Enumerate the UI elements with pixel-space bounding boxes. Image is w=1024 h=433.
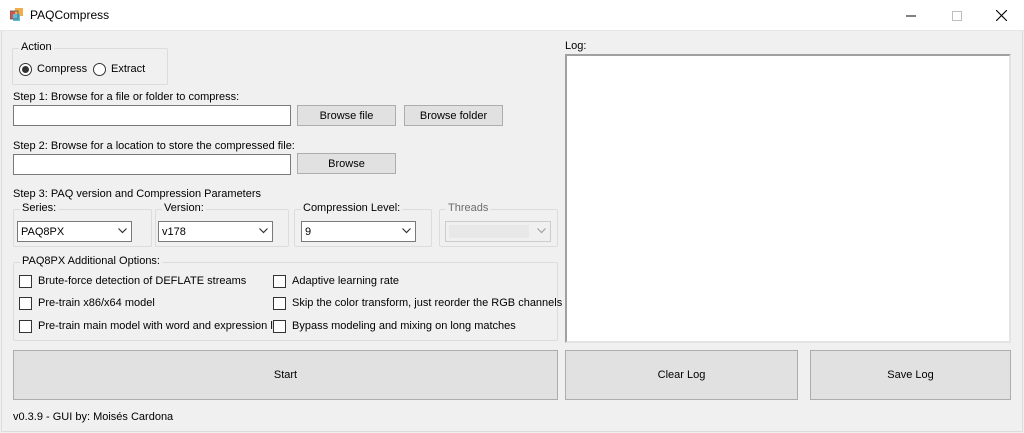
- clear-log-button[interactable]: Clear Log: [565, 350, 798, 400]
- option-skip-color-checkbox[interactable]: Skip the color transform, just reorder t…: [273, 296, 562, 310]
- maximize-button[interactable]: [934, 0, 980, 31]
- option-skip-color-label: Skip the color transform, just reorder t…: [292, 297, 563, 309]
- option-adaptive-lr-label: Adaptive learning rate: [292, 275, 400, 287]
- title-bar: PAQCompress: [0, 0, 1024, 31]
- save-log-button[interactable]: Save Log: [810, 350, 1011, 400]
- log-textarea[interactable]: [565, 54, 1011, 343]
- checkbox-box: [19, 296, 32, 310]
- extract-radio[interactable]: Extract: [93, 62, 145, 76]
- version-credit-label: v0.3.9 - GUI by: Moisés Cardona: [13, 411, 174, 423]
- radio-indicator: [19, 62, 32, 76]
- option-adaptive-lr-checkbox[interactable]: Adaptive learning rate: [273, 274, 399, 288]
- chevron-down-icon: [537, 228, 546, 234]
- option-pretrain-main-label: Pre-train main model with word and expre…: [38, 320, 284, 332]
- threads-disabled-field: [449, 225, 529, 238]
- threads-legend: Threads: [446, 202, 491, 214]
- action-legend: Action: [19, 41, 54, 53]
- window-title: PAQCompress: [30, 8, 110, 22]
- compression-level-select[interactable]: 9: [301, 221, 416, 242]
- checkbox-box: [273, 296, 286, 310]
- minimize-icon: [906, 15, 916, 16]
- chevron-down-icon: [259, 228, 268, 234]
- compression-level-legend: Compression Level:: [301, 202, 403, 214]
- version-select[interactable]: v178: [158, 221, 273, 242]
- version-value: v178: [162, 225, 186, 238]
- source-path-input[interactable]: [13, 105, 291, 126]
- minimize-button[interactable]: [888, 0, 934, 31]
- series-select[interactable]: PAQ8PX: [17, 221, 132, 242]
- option-bypass-modeling-label: Bypass modeling and mixing on long match…: [292, 320, 516, 332]
- option-deflate-label: Brute-force detection of DEFLATE streams: [38, 275, 247, 287]
- checkbox-box: [273, 274, 286, 288]
- step3-label: Step 3: PAQ version and Compression Para…: [13, 188, 262, 200]
- threads-select[interactable]: [445, 221, 551, 242]
- browse-file-button[interactable]: Browse file: [297, 105, 396, 126]
- app-icon: [10, 8, 23, 21]
- step2-label: Step 2: Browse for a location to store t…: [13, 140, 295, 152]
- extract-radio-label: Extract: [111, 63, 146, 75]
- additional-options-legend: PAQ8PX Additional Options:: [20, 255, 162, 267]
- checkbox-box: [273, 319, 286, 333]
- destination-path-input[interactable]: [13, 154, 291, 175]
- version-legend: Version:: [162, 202, 206, 214]
- series-value: PAQ8PX: [21, 225, 65, 238]
- checkbox-box: [19, 274, 32, 288]
- chevron-down-icon: [402, 228, 411, 234]
- checkbox-box: [19, 319, 32, 333]
- step1-label: Step 1: Browse for a file or folder to c…: [13, 91, 240, 103]
- log-label: Log:: [565, 40, 587, 52]
- start-button[interactable]: Start: [13, 350, 558, 400]
- chevron-down-icon: [118, 228, 127, 234]
- close-icon: [995, 10, 1007, 21]
- option-pretrain-x86-label: Pre-train x86/x64 model: [38, 297, 155, 309]
- option-bypass-modeling-checkbox[interactable]: Bypass modeling and mixing on long match…: [273, 319, 516, 333]
- option-deflate-checkbox[interactable]: Brute-force detection of DEFLATE streams: [19, 274, 246, 288]
- radio-selected-dot: [22, 65, 29, 73]
- option-pretrain-main-checkbox[interactable]: Pre-train main model with word and expre…: [19, 319, 284, 333]
- close-button[interactable]: [978, 0, 1024, 31]
- radio-indicator: [93, 62, 106, 76]
- compression-level-value: 9: [305, 225, 312, 238]
- browse-folder-button[interactable]: Browse folder: [404, 105, 503, 126]
- series-legend: Series:: [20, 202, 59, 214]
- maximize-icon: [952, 10, 962, 21]
- browse-button[interactable]: Browse: [297, 153, 396, 174]
- compress-radio[interactable]: Compress: [19, 62, 87, 76]
- option-pretrain-x86-checkbox[interactable]: Pre-train x86/x64 model: [19, 296, 155, 310]
- compress-radio-label: Compress: [37, 63, 88, 75]
